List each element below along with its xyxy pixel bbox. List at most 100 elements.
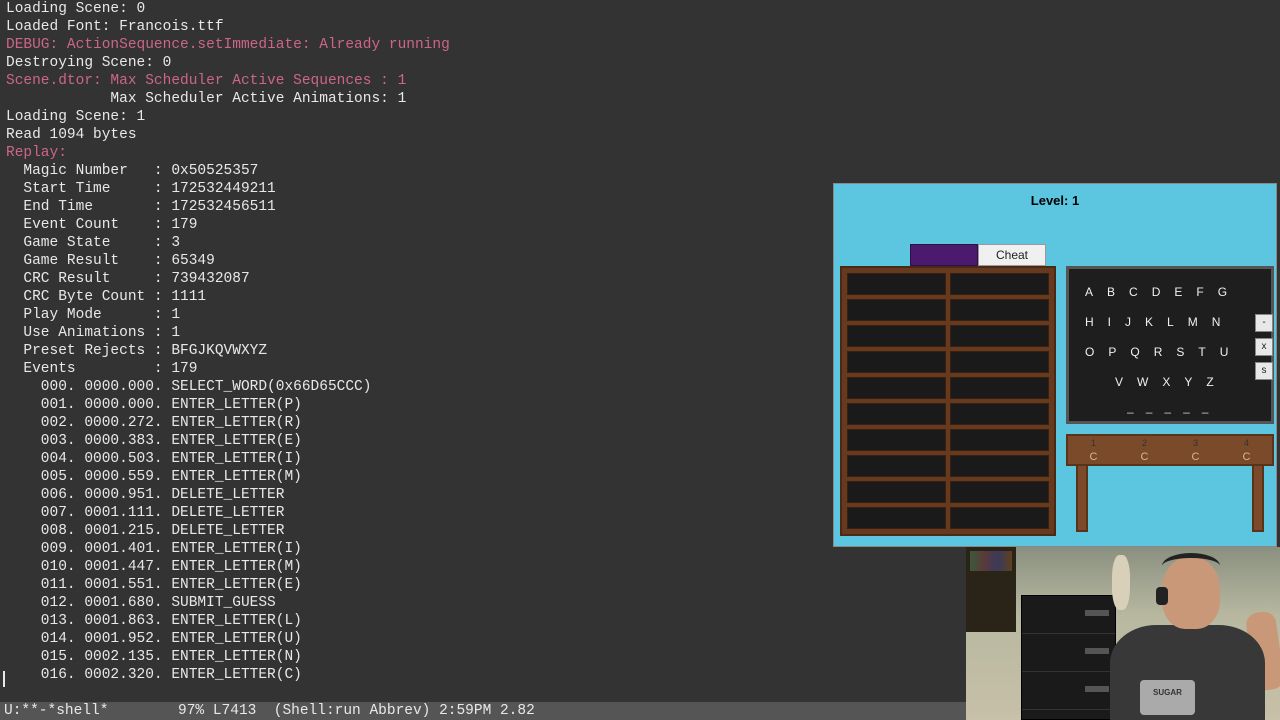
terminal-line: Play Mode : 1	[6, 306, 450, 324]
game-tabs: Cheat	[910, 244, 1046, 266]
letter-p[interactable]: P	[1108, 343, 1116, 361]
shelf-slot[interactable]	[950, 377, 1049, 399]
terminal-line: Read 1094 bytes	[6, 126, 450, 144]
shelf-slot[interactable]	[847, 481, 946, 503]
shelf-slot[interactable]	[950, 325, 1049, 347]
text-cursor	[3, 671, 5, 687]
guess-slot: –	[1164, 403, 1171, 421]
guess-slot: –	[1146, 403, 1153, 421]
side-button-s[interactable]: s	[1255, 362, 1273, 380]
terminal-line: Preset Rejects : BFGJKQVWXYZ	[6, 342, 450, 360]
shelf-slot[interactable]	[847, 299, 946, 321]
terminal-line: 011. 0001.551. ENTER_LETTER(E)	[6, 576, 450, 594]
terminal-line: 009. 0001.401. ENTER_LETTER(I)	[6, 540, 450, 558]
shirt-logo: SUGAR	[1140, 680, 1195, 715]
terminal-line: 016. 0002.320. ENTER_LETTER(C)	[6, 666, 450, 684]
shelf-slot[interactable]	[847, 273, 946, 295]
side-button--[interactable]: -	[1255, 314, 1273, 332]
terminal-line: CRC Byte Count : 1111	[6, 288, 450, 306]
shelf-slot[interactable]	[847, 429, 946, 451]
letter-t[interactable]: T	[1198, 343, 1205, 361]
chalkboard: ABCDEFGHIJKLMNOPQRSTUVWXYZ–––––	[1066, 266, 1274, 424]
terminal-line: Replay:	[6, 144, 450, 162]
letter-g[interactable]: G	[1218, 283, 1227, 301]
terminal-line: 005. 0000.559. ENTER_LETTER(M)	[6, 468, 450, 486]
terminal-line: DEBUG: ActionSequence.setImmediate: Alre…	[6, 36, 450, 54]
letter-e[interactable]: E	[1174, 283, 1182, 301]
terminal-line: 012. 0001.680. SUBMIT_GUESS	[6, 594, 450, 612]
terminal-line: CRC Result : 739432087	[6, 270, 450, 288]
terminal-line: End Time : 172532456511	[6, 198, 450, 216]
letter-i[interactable]: I	[1108, 313, 1111, 331]
terminal-line: 003. 0000.383. ENTER_LETTER(E)	[6, 432, 450, 450]
side-buttons: - xs	[1255, 314, 1273, 380]
terminal-line: Events : 179	[6, 360, 450, 378]
letter-c[interactable]: C	[1129, 283, 1138, 301]
terminal-line: 015. 0002.135. ENTER_LETTER(N)	[6, 648, 450, 666]
letter-l[interactable]: L	[1167, 313, 1174, 331]
terminal-output: Loading Scene: 0Loaded Font: Francois.tt…	[6, 0, 450, 684]
cheat-button[interactable]: Cheat	[978, 244, 1046, 266]
shelf-slot[interactable]	[847, 455, 946, 477]
letter-r[interactable]: R	[1154, 343, 1163, 361]
terminal-line: 001. 0000.000. ENTER_LETTER(P)	[6, 396, 450, 414]
game-window: Level: 1 Cheat ABCDEFGHIJKLMNOPQRSTUVWXY…	[833, 183, 1277, 547]
terminal-line: 006. 0000.951. DELETE_LETTER	[6, 486, 450, 504]
guess-slot: –	[1183, 403, 1190, 421]
terminal-line: Game State : 3	[6, 234, 450, 252]
terminal-line: Destroying Scene: 0	[6, 54, 450, 72]
guess-slot: –	[1202, 403, 1209, 421]
letter-b[interactable]: B	[1107, 283, 1115, 301]
letter-q[interactable]: Q	[1130, 343, 1139, 361]
terminal-line: 014. 0001.952. ENTER_LETTER(U)	[6, 630, 450, 648]
letter-d[interactable]: D	[1152, 283, 1161, 301]
terminal-line: Loading Scene: 1	[6, 108, 450, 126]
letter-v[interactable]: V	[1115, 373, 1123, 391]
terminal-line: Loaded Font: Francois.ttf	[6, 18, 450, 36]
shelf-slot[interactable]	[950, 299, 1049, 321]
terminal-line: 007. 0001.111. DELETE_LETTER	[6, 504, 450, 522]
letter-s[interactable]: S	[1176, 343, 1184, 361]
letter-f[interactable]: F	[1196, 283, 1203, 301]
side-button-x[interactable]: x	[1255, 338, 1273, 356]
letter-m[interactable]: M	[1188, 313, 1198, 331]
terminal-line: Max Scheduler Active Animations: 1	[6, 90, 450, 108]
terminal-line: 013. 0001.863. ENTER_LETTER(L)	[6, 612, 450, 630]
terminal-line: 004. 0000.503. ENTER_LETTER(I)	[6, 450, 450, 468]
tab-active[interactable]	[910, 244, 978, 266]
shelf-slot[interactable]	[847, 351, 946, 373]
letter-o[interactable]: O	[1085, 343, 1094, 361]
letter-j[interactable]: J	[1125, 313, 1131, 331]
game-table: 1234 CCCC	[1066, 434, 1274, 534]
shelf-slot[interactable]	[950, 403, 1049, 425]
terminal-line: Use Animations : 1	[6, 324, 450, 342]
letter-n[interactable]: N	[1212, 313, 1221, 331]
shelf-slot[interactable]	[950, 429, 1049, 451]
letter-h[interactable]: H	[1085, 313, 1094, 331]
letter-k[interactable]: K	[1145, 313, 1153, 331]
terminal-line: Loading Scene: 0	[6, 0, 450, 18]
word-shelf	[840, 266, 1056, 536]
shelf-slot[interactable]	[847, 377, 946, 399]
letter-z[interactable]: Z	[1206, 373, 1213, 391]
letter-y[interactable]: Y	[1184, 373, 1192, 391]
terminal-line: 002. 0000.272. ENTER_LETTER(R)	[6, 414, 450, 432]
webcam-feed: SUGAR	[966, 547, 1280, 720]
letter-w[interactable]: W	[1137, 373, 1148, 391]
terminal-line: Game Result : 65349	[6, 252, 450, 270]
shelf-slot[interactable]	[950, 455, 1049, 477]
terminal-line: 010. 0001.447. ENTER_LETTER(M)	[6, 558, 450, 576]
shelf-slot[interactable]	[847, 403, 946, 425]
letter-x[interactable]: X	[1162, 373, 1170, 391]
shelf-slot[interactable]	[950, 481, 1049, 503]
shelf-slot[interactable]	[847, 507, 946, 529]
shelf-slot[interactable]	[950, 507, 1049, 529]
terminal-line: Start Time : 172532449211	[6, 180, 450, 198]
shelf-slot[interactable]	[950, 351, 1049, 373]
shelf-slot[interactable]	[847, 325, 946, 347]
letter-a[interactable]: A	[1085, 283, 1093, 301]
terminal-line: Event Count : 179	[6, 216, 450, 234]
letter-u[interactable]: U	[1220, 343, 1229, 361]
shelf-slot[interactable]	[950, 273, 1049, 295]
terminal-line: Scene.dtor: Max Scheduler Active Sequenc…	[6, 72, 450, 90]
